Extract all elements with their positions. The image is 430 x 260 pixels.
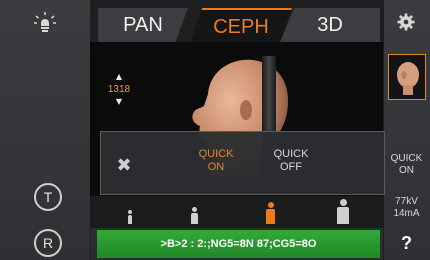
tab-3d-label: 3D xyxy=(317,13,343,36)
quick-off-line1: QUICK xyxy=(273,148,309,160)
head-thumbnail[interactable] xyxy=(388,54,426,100)
mode-tab-bar: PAN CEPH 3D xyxy=(90,0,383,44)
xray-control-screen: T R QUICK ON 77kV 14mA ? PAN CEPH 3D ▲ 1… xyxy=(0,0,430,260)
tab-pan[interactable]: PAN xyxy=(98,8,188,42)
patient-size-bar xyxy=(90,196,383,228)
quick-off-button[interactable]: QUICK OFF xyxy=(256,148,326,174)
kv-value: 77kV xyxy=(395,196,418,207)
quick-status[interactable]: QUICK ON xyxy=(383,153,430,177)
quick-on-line2: ON xyxy=(207,161,225,173)
tab-ceph[interactable]: CEPH xyxy=(190,8,292,44)
left-sidebar xyxy=(0,0,91,260)
t-button-label: T xyxy=(43,189,53,205)
quick-mode-panel: ✖ QUICK ON QUICK OFF xyxy=(100,131,385,195)
tab-ceph-label: CEPH xyxy=(213,15,269,38)
quick-on-button[interactable]: QUICK ON xyxy=(181,148,251,174)
head-thumbnail-image xyxy=(397,62,419,95)
patient-size-child-icon[interactable] xyxy=(191,207,198,224)
tab-pan-label: PAN xyxy=(123,13,163,36)
patient-size-adult-icon[interactable] xyxy=(266,202,275,224)
ma-value: 14mA xyxy=(393,208,420,219)
gear-icon[interactable] xyxy=(397,13,415,31)
help-button[interactable]: ? xyxy=(383,233,430,254)
status-text: >B>2 : 2:;NG5=8N 87;CG5=8O xyxy=(160,238,317,250)
quick-on-line1: QUICK xyxy=(198,148,234,160)
r-button[interactable]: R xyxy=(34,229,62,257)
lamp-icon[interactable] xyxy=(33,11,57,35)
quick-off-line2: OFF xyxy=(280,161,302,173)
quick-status-line2: ON xyxy=(399,165,414,176)
tab-3d[interactable]: 3D xyxy=(280,8,380,42)
t-button[interactable]: T xyxy=(34,183,62,211)
close-icon[interactable]: ✖ xyxy=(113,154,135,176)
patient-size-child-small-icon[interactable] xyxy=(128,210,132,224)
quick-status-line1: QUICK xyxy=(390,153,423,164)
exposure-values: 77kV 14mA xyxy=(383,196,430,220)
status-bar: >B>2 : 2:;NG5=8N 87;CG5=8O xyxy=(97,230,380,258)
r-button-label: R xyxy=(42,235,54,251)
right-sidebar xyxy=(383,0,430,260)
patient-size-adult-large-icon[interactable] xyxy=(337,199,349,224)
